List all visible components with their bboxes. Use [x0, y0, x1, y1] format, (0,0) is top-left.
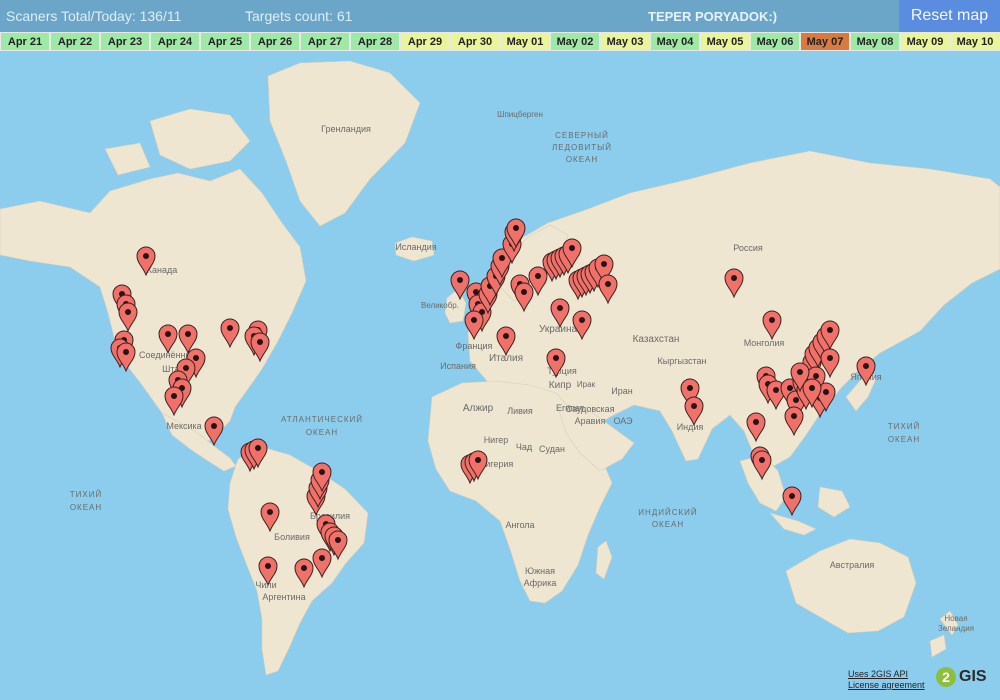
logo-text: GIS: [959, 668, 987, 685]
map-label: ЛЕДОВИТЫЙ: [552, 143, 612, 152]
date-chip-apr-22[interactable]: Apr 22: [50, 32, 100, 51]
map-label: Франция: [456, 341, 493, 351]
date-chip-may-05[interactable]: May 05: [700, 32, 750, 51]
map-label: Зеландия: [938, 624, 974, 633]
map-label: Канада: [147, 265, 177, 275]
map-label: ТИХИЙ: [70, 490, 102, 499]
attribution: Uses 2GIS API License agreement: [848, 669, 925, 691]
map-label: Египет: [556, 403, 584, 413]
date-chip-may-07[interactable]: May 07: [800, 32, 850, 51]
map-label: Ангола: [505, 520, 534, 530]
map-label: Кипр: [549, 380, 572, 391]
map-label: ОКЕАН: [566, 155, 598, 164]
map-label: Судан: [539, 444, 565, 454]
map-label: Африка: [524, 578, 557, 588]
date-chip-may-01[interactable]: May 01: [500, 32, 550, 51]
map-label: Индия: [677, 422, 704, 432]
date-chip-may-06[interactable]: May 06: [750, 32, 800, 51]
map-label: ОКЕАН: [888, 435, 920, 444]
map-label: Алжир: [463, 403, 494, 414]
map-label: Чад: [516, 442, 533, 452]
scaners-count: Scaners Total/Today: 136/11: [6, 8, 182, 24]
reset-map-button[interactable]: Reset map: [899, 0, 1000, 32]
map-label: Кыргызстан: [658, 356, 707, 366]
map-label: ТИХИЙ: [888, 422, 920, 431]
date-chip-apr-21[interactable]: Apr 21: [0, 32, 50, 51]
map-label: Ирак: [577, 380, 596, 389]
date-chip-apr-27[interactable]: Apr 27: [300, 32, 350, 51]
2gis-logo-icon: 2: [936, 667, 956, 687]
map-label: Россия: [733, 243, 763, 253]
map-label: Австралия: [830, 560, 875, 570]
logo-digit: 2: [942, 669, 950, 685]
date-chip-may-09[interactable]: May 09: [900, 32, 950, 51]
map-label: Исландия: [395, 242, 436, 252]
map-label: Нигер: [484, 435, 509, 445]
map-label: Монголия: [744, 338, 785, 348]
map-label: Великобр.: [421, 301, 459, 310]
date-chip-apr-25[interactable]: Apr 25: [200, 32, 250, 51]
map-label: Аргентина: [262, 592, 305, 602]
map-label: ОКЕАН: [70, 503, 102, 512]
api-credit-link[interactable]: Uses 2GIS API: [848, 669, 925, 680]
teper-status: TEPER PORYADOK:): [648, 9, 778, 24]
date-chip-apr-29[interactable]: Apr 29: [400, 32, 450, 51]
date-chip-apr-26[interactable]: Apr 26: [250, 32, 300, 51]
map-label: Мексика: [166, 421, 201, 431]
date-chip-may-10[interactable]: May 10: [950, 32, 1000, 51]
2gis-logo: 2 GIS: [935, 666, 987, 688]
map-label: Испания: [440, 361, 476, 371]
date-chip-may-08[interactable]: May 08: [850, 32, 900, 51]
date-chip-apr-24[interactable]: Apr 24: [150, 32, 200, 51]
map-label: ОКЕАН: [306, 428, 338, 437]
map-label: Южная: [525, 566, 555, 576]
date-chip-apr-30[interactable]: Apr 30: [450, 32, 500, 51]
map-label: ОКЕАН: [652, 520, 684, 529]
map-label: Аравия: [575, 416, 606, 426]
map-label: Украина: [539, 324, 578, 335]
date-chip-may-04[interactable]: May 04: [650, 32, 700, 51]
date-chip-apr-23[interactable]: Apr 23: [100, 32, 150, 51]
map-label: ОАЭ: [613, 416, 633, 426]
map-label: Ливия: [507, 406, 533, 416]
map-label: Гренландия: [321, 124, 371, 134]
map-label: Боливия: [274, 532, 310, 542]
top-status-bar: Scaners Total/Today: 136/11 Targets coun…: [0, 0, 1000, 32]
date-chip-apr-28[interactable]: Apr 28: [350, 32, 400, 51]
map-label: Новая: [944, 614, 967, 623]
map-label: СЕВЕРНЫЙ: [555, 131, 609, 140]
map-label: Шпицберген: [497, 110, 543, 119]
map-label: Иран: [611, 386, 632, 396]
map-label: ИНДИЙСКИЙ: [638, 508, 697, 517]
targets-count: Targets count: 61: [245, 8, 353, 24]
date-filter-bar: Apr 21 Apr 22 Apr 23 Apr 24 Apr 25 Apr 26 Apr …: [0, 32, 1000, 51]
date-chip-may-03[interactable]: May 03: [600, 32, 650, 51]
date-chip-may-02[interactable]: May 02: [550, 32, 600, 51]
license-link[interactable]: License agreement: [848, 680, 925, 691]
map-label: Казахстан: [633, 334, 680, 345]
world-map[interactable]: Гренландия Шпицберген СЕВЕРНЫЙ ЛЕДОВИТЫЙ ОКЕ…: [0, 51, 1000, 700]
map-label: АТЛАНТИЧЕСКИЙ: [281, 415, 363, 424]
